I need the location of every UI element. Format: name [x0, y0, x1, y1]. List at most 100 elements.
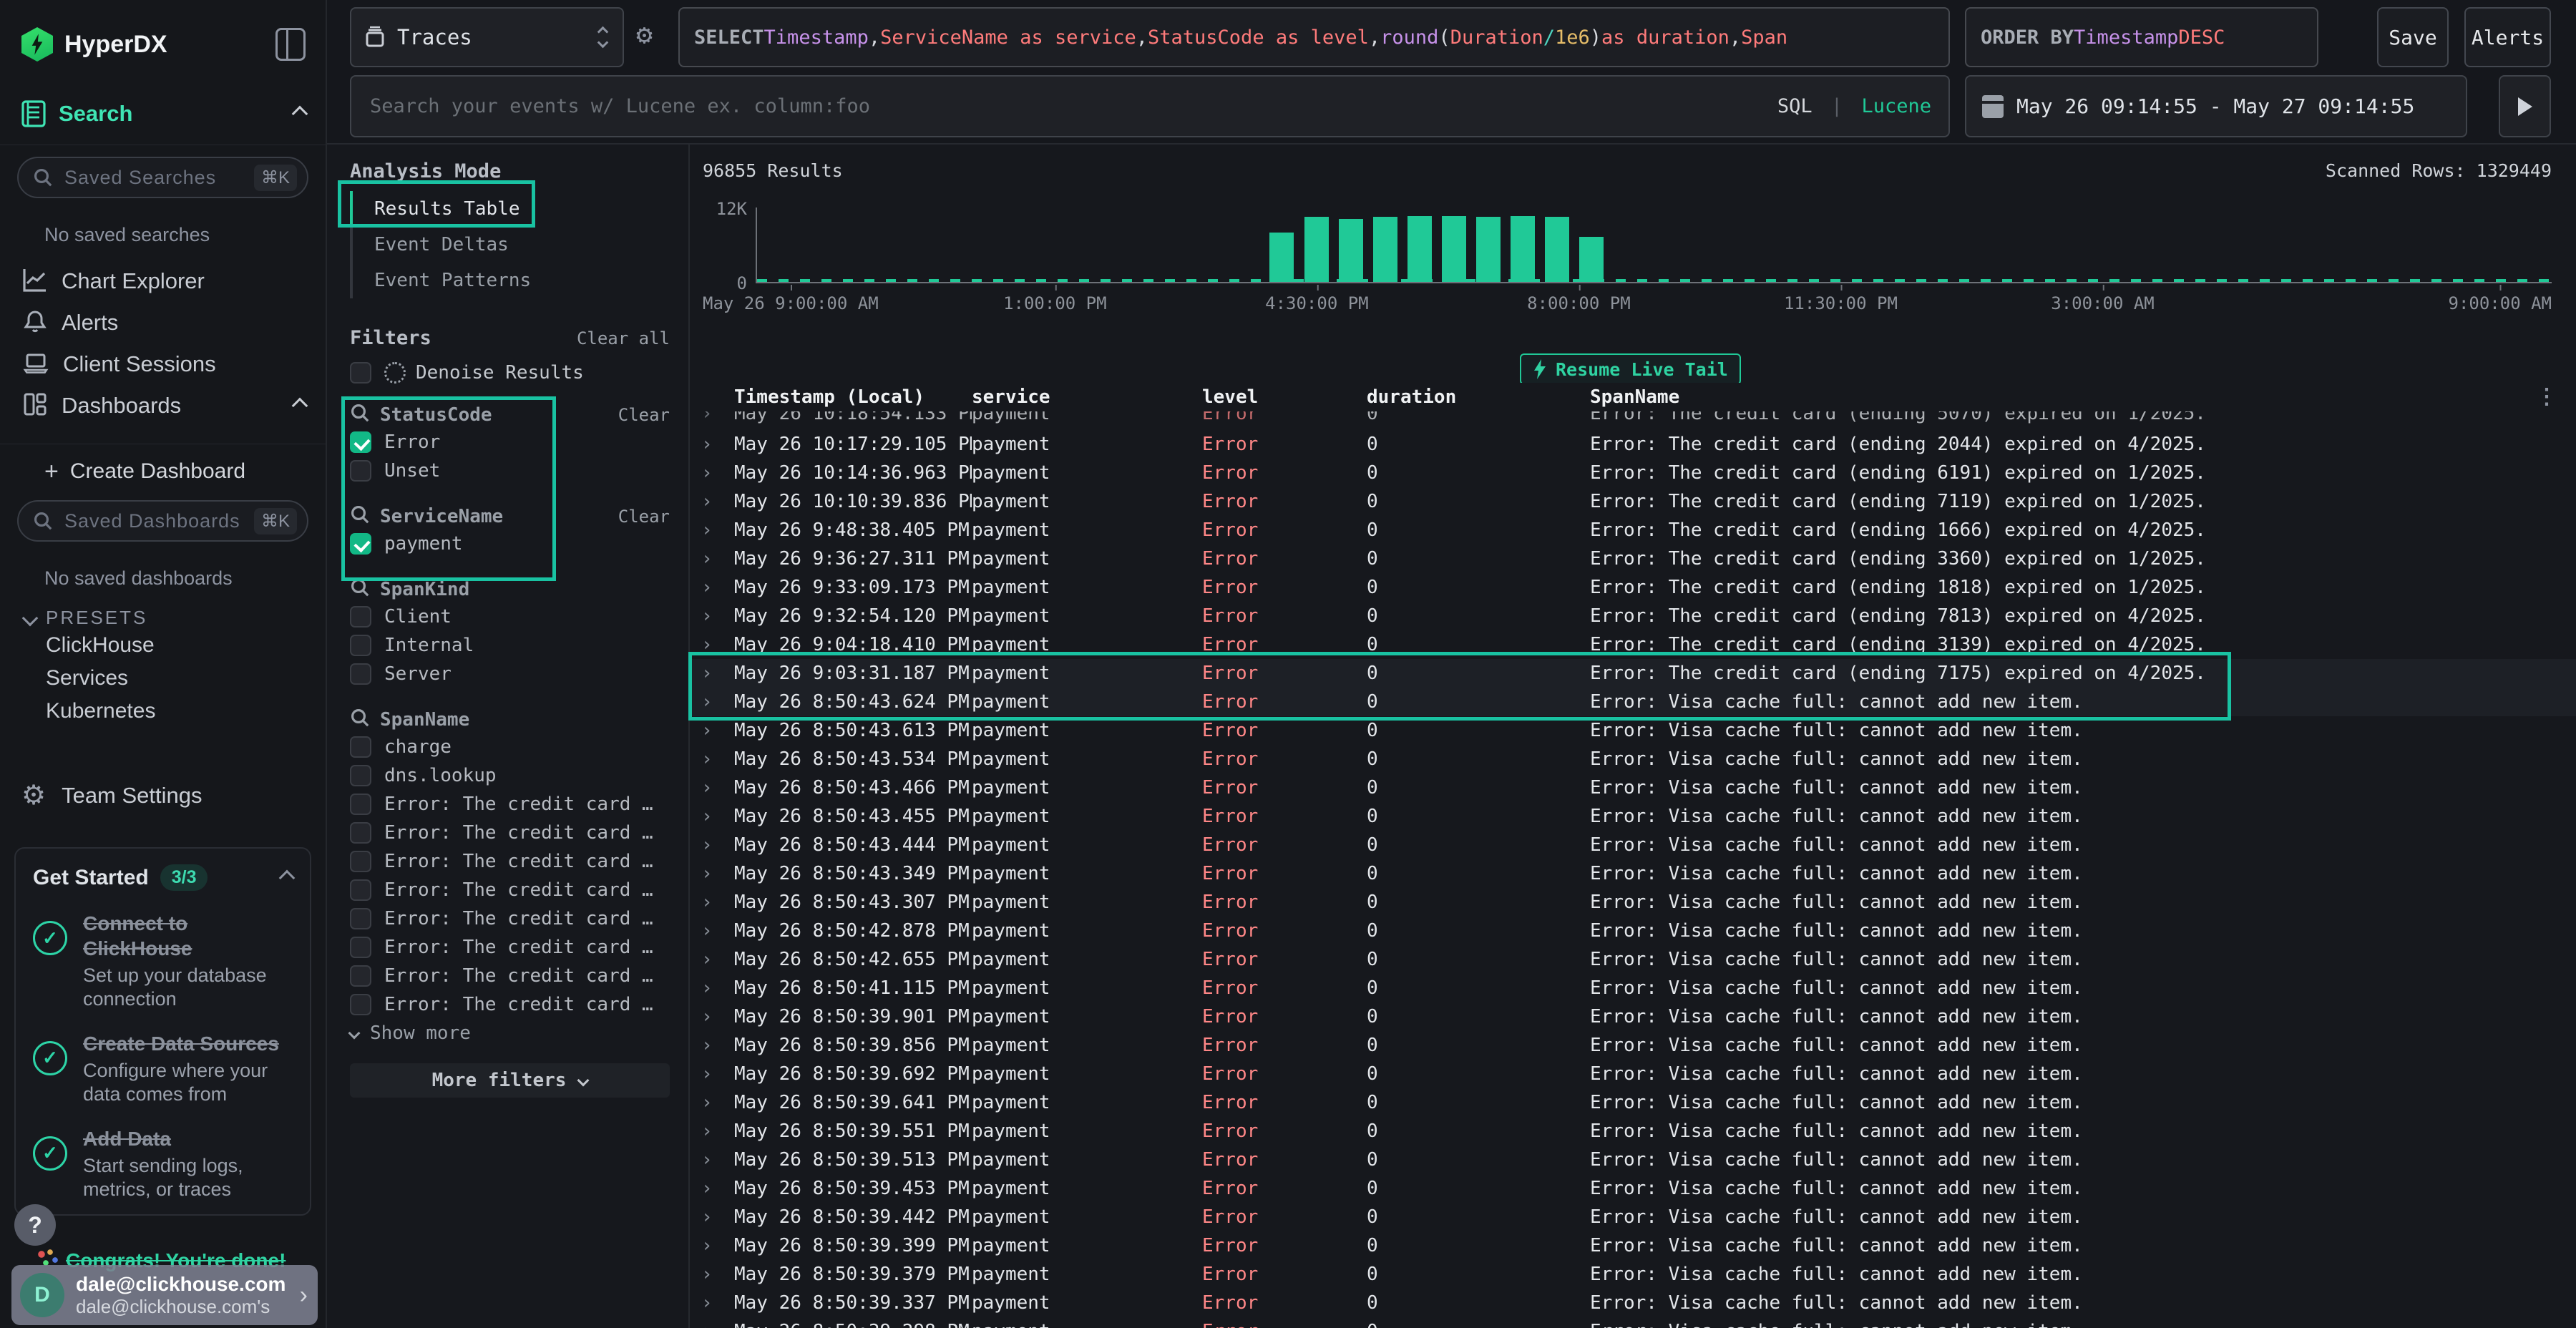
table-row[interactable]: ›May 26 10:17:29.105 PMpaymentError0Erro… — [690, 430, 2576, 459]
results-histogram[interactable] — [756, 208, 2552, 283]
row-expand-chevron[interactable]: › — [701, 892, 734, 913]
table-row[interactable]: ›May 26 8:50:39.551 PMpaymentError0Error… — [690, 1117, 2576, 1146]
table-row[interactable]: ›May 26 9:03:31.187 PMpaymentError0Error… — [690, 659, 2576, 688]
row-expand-chevron[interactable]: › — [701, 1235, 734, 1256]
filter-option[interactable]: Error: The credit card … — [350, 876, 670, 904]
table-row[interactable]: ›May 26 8:50:43.455 PMpaymentError0Error… — [690, 802, 2576, 831]
checkbox[interactable] — [350, 765, 371, 786]
row-expand-chevron[interactable]: › — [701, 1006, 734, 1027]
histogram-bar[interactable] — [1373, 217, 1397, 282]
histogram-bar[interactable] — [1339, 219, 1363, 282]
checkbox[interactable] — [350, 879, 371, 901]
filter-option[interactable]: Internal — [350, 631, 670, 660]
event-search-box[interactable]: SQL | Lucene — [350, 75, 1950, 137]
row-expand-chevron[interactable]: › — [701, 920, 734, 942]
row-expand-chevron[interactable]: › — [701, 834, 734, 856]
table-row[interactable]: ›May 26 9:32:54.120 PMpaymentError0Error… — [690, 602, 2576, 630]
row-expand-chevron[interactable]: › — [701, 748, 734, 770]
filter-option[interactable]: dns.lookup — [350, 761, 670, 790]
row-expand-chevron[interactable]: › — [701, 1206, 734, 1228]
row-expand-chevron[interactable]: › — [701, 434, 734, 455]
checkbox[interactable] — [350, 851, 371, 872]
table-row[interactable]: ›May 26 8:50:39.513 PMpaymentError0Error… — [690, 1146, 2576, 1174]
table-row[interactable]: ›May 26 8:50:42.655 PMpaymentError0Error… — [690, 945, 2576, 974]
query-language-toggle[interactable]: SQL | Lucene — [1777, 95, 1931, 117]
table-row[interactable]: ›May 26 8:50:43.444 PMpaymentError0Error… — [690, 831, 2576, 859]
sidebar-item-client-sessions[interactable]: Client Sessions — [0, 343, 326, 385]
saved-searches-searchbox[interactable]: ⌘K — [17, 157, 308, 198]
row-expand-chevron[interactable]: › — [701, 1149, 734, 1171]
row-expand-chevron[interactable]: › — [701, 977, 734, 999]
help-button[interactable]: ? — [14, 1204, 56, 1246]
filter-option[interactable]: Error — [350, 428, 670, 456]
table-row[interactable]: ›May 26 8:50:41.115 PMpaymentError0Error… — [690, 974, 2576, 1002]
filter-option[interactable]: charge — [350, 733, 670, 761]
saved-searches-input[interactable] — [63, 166, 254, 190]
filter-option[interactable]: Error: The credit card … — [350, 990, 670, 1019]
table-row[interactable]: ›May 26 10:14:36.963 PMpaymentError0Erro… — [690, 459, 2576, 487]
clear-filter-button[interactable]: Clear — [618, 405, 670, 425]
table-row[interactable]: ›May 26 8:50:43.307 PMpaymentError0Error… — [690, 888, 2576, 917]
row-expand-chevron[interactable]: › — [701, 720, 734, 741]
filter-option[interactable]: Error: The credit card … — [350, 933, 670, 962]
run-query-button[interactable] — [2499, 75, 2551, 137]
checkbox[interactable] — [350, 431, 371, 453]
row-expand-chevron[interactable]: › — [701, 949, 734, 970]
get-started-header[interactable]: Get Started 3/3 — [33, 864, 293, 891]
row-expand-chevron[interactable]: › — [701, 806, 734, 827]
preset-item-services[interactable]: Services — [0, 662, 326, 695]
clear-all-button[interactable]: Clear all — [577, 328, 670, 348]
checkbox[interactable] — [350, 822, 371, 844]
sidebar-item-chart-explorer[interactable]: Chart Explorer — [0, 260, 326, 302]
table-row[interactable]: ›May 26 9:04:18.410 PMpaymentError0Error… — [690, 630, 2576, 659]
table-row[interactable]: ›May 26 8:50:39.379 PMpaymentError0Error… — [690, 1260, 2576, 1289]
col-duration[interactable]: duration — [1367, 386, 1590, 408]
table-row[interactable]: ›May 26 8:50:39.337 PMpaymentError0Error… — [690, 1289, 2576, 1317]
checkbox[interactable] — [350, 736, 371, 758]
checkbox[interactable] — [350, 533, 371, 555]
checkbox[interactable] — [350, 362, 371, 384]
col-service[interactable]: service — [972, 386, 1202, 408]
filter-option[interactable]: payment — [350, 529, 670, 558]
order-by-editor[interactable]: ORDER BY Timestamp DESC — [1965, 7, 2318, 67]
denoise-results-toggle[interactable]: Denoise Results — [350, 362, 670, 384]
saved-dashboards-searchbox[interactable]: ⌘K — [17, 500, 308, 542]
checkbox[interactable] — [350, 635, 371, 656]
table-row[interactable]: ›May 26 8:50:43.534 PMpaymentError0Error… — [690, 745, 2576, 773]
table-row[interactable]: ›May 26 9:36:27.311 PMpaymentError0Error… — [690, 545, 2576, 573]
column-settings-icon[interactable]: ⋮ — [2536, 384, 2557, 409]
row-expand-chevron[interactable]: › — [701, 491, 734, 512]
row-expand-chevron[interactable]: › — [701, 691, 734, 713]
filter-option[interactable]: Unset — [350, 456, 670, 485]
row-expand-chevron[interactable]: › — [701, 577, 734, 598]
source-gear-icon[interactable]: ⚙ — [636, 19, 653, 50]
histogram-bar[interactable] — [1304, 217, 1329, 282]
show-more-button[interactable]: Show more — [350, 1019, 670, 1048]
row-expand-chevron[interactable]: › — [701, 1063, 734, 1085]
row-expand-chevron[interactable]: › — [701, 1120, 734, 1142]
table-row[interactable]: ›May 26 8:50:43.349 PMpaymentError0Error… — [690, 859, 2576, 888]
col-spanname[interactable]: SpanName — [1590, 386, 2576, 408]
checkbox[interactable] — [350, 965, 371, 987]
presets-toggle[interactable]: PRESETS — [24, 607, 326, 629]
row-expand-chevron[interactable]: › — [701, 1178, 734, 1199]
checkbox[interactable] — [350, 794, 371, 815]
histogram-bar[interactable] — [1476, 217, 1501, 282]
analysis-mode-results-table[interactable]: Results Table — [350, 191, 670, 227]
histogram-bar[interactable] — [1442, 216, 1466, 282]
sidebar-item-dashboards[interactable]: Dashboards — [0, 385, 326, 426]
row-expand-chevron[interactable]: › — [701, 1321, 734, 1328]
table-row[interactable]: ›May 26 8:50:39.453 PMpaymentError0Error… — [690, 1174, 2576, 1203]
table-row[interactable]: ›May 26 8:50:39.641 PMpaymentError0Error… — [690, 1088, 2576, 1117]
checkbox[interactable] — [350, 460, 371, 482]
row-expand-chevron[interactable]: › — [701, 605, 734, 627]
row-expand-chevron[interactable]: › — [701, 863, 734, 884]
col-level[interactable]: level — [1202, 386, 1367, 408]
row-expand-chevron[interactable]: › — [701, 1264, 734, 1285]
table-row[interactable]: ›May 26 8:50:39.399 PMpaymentError0Error… — [690, 1231, 2576, 1260]
histogram-bar[interactable] — [1545, 217, 1569, 282]
sql-mode-label[interactable]: SQL — [1777, 95, 1813, 117]
sidebar-item-search[interactable]: Search — [21, 100, 306, 127]
checkbox[interactable] — [350, 937, 371, 958]
filter-option[interactable]: Error: The credit card … — [350, 847, 670, 876]
